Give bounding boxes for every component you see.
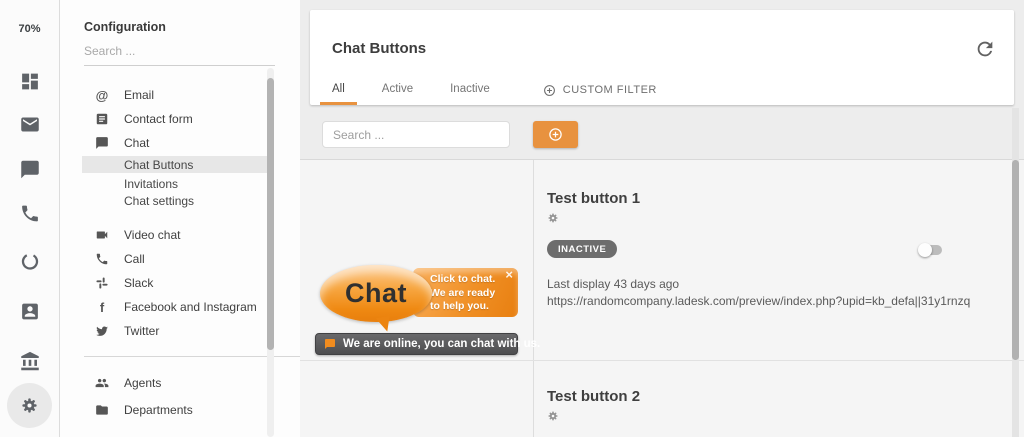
phone-icon[interactable] — [19, 203, 40, 224]
preview-url-text: https://randomcompany.ladesk.com/preview… — [547, 294, 970, 308]
plus-circle-icon — [548, 127, 563, 142]
status-badge: INACTIVE — [547, 240, 617, 258]
row-title: Test button 1 — [547, 190, 640, 207]
chat-bubble-icon — [324, 338, 336, 350]
sidebar-item-agents[interactable]: Agents — [60, 372, 300, 394]
sidebar-item-facebook-instagram[interactable]: f Facebook and Instagram — [60, 296, 300, 318]
custom-filter-button[interactable]: CUSTOM FILTER — [539, 75, 661, 105]
sidebar-item-slack[interactable]: Slack — [60, 272, 300, 294]
tab-all[interactable]: All — [320, 75, 357, 105]
list-scrollbar-thumb[interactable] — [1012, 160, 1019, 360]
row-enable-toggle[interactable] — [918, 243, 945, 257]
sidebar-item-departments[interactable]: Departments — [60, 399, 300, 421]
preview-bubble-tail — [376, 316, 392, 333]
dashboard-icon[interactable] — [19, 71, 40, 92]
close-icon: × — [505, 267, 513, 282]
column-divider — [533, 160, 534, 437]
sidebar-item-twitter[interactable]: Twitter — [60, 320, 300, 342]
row-settings-gear-icon[interactable] — [547, 410, 559, 422]
preview-chat-bubble: Chat — [320, 265, 432, 322]
add-chat-button[interactable] — [533, 121, 578, 148]
sidebar-item-call[interactable]: Call — [60, 248, 300, 270]
tab-inactive[interactable]: Inactive — [438, 75, 502, 105]
config-search-input[interactable] — [84, 42, 275, 66]
at-sign-icon: @ — [95, 88, 109, 102]
icon-rail: 70% — [0, 0, 60, 437]
configuration-title: Configuration — [84, 20, 166, 34]
agents-icon — [95, 376, 109, 390]
facebook-icon: f — [95, 300, 109, 314]
list-search-input[interactable] — [322, 121, 510, 148]
plus-circle-icon — [543, 84, 556, 97]
twitter-icon — [95, 324, 109, 338]
configuration-panel: Configuration @ Email Contact form Chat … — [60, 0, 300, 437]
sidebar-item-email[interactable]: @ Email — [60, 84, 300, 106]
document-icon — [95, 112, 109, 126]
ring-icon[interactable] — [19, 251, 40, 272]
bank-icon[interactable] — [19, 351, 40, 372]
chat-buttons-list: Click to chat. We are ready to help you.… — [300, 160, 1024, 437]
refresh-icon[interactable] — [974, 38, 996, 60]
contact-card-icon[interactable] — [19, 301, 40, 322]
header-card: Chat Buttons All Active Inactive CUSTOM … — [310, 10, 1014, 105]
mail-icon[interactable] — [19, 114, 40, 135]
slack-icon — [95, 276, 109, 290]
chat-button-preview: Click to chat. We are ready to help you.… — [315, 262, 520, 358]
last-display-text: Last display 43 days ago — [547, 277, 679, 291]
phone-icon — [95, 252, 109, 266]
sidebar-item-chat[interactable]: Chat — [60, 132, 300, 154]
sidebar-item-video-chat[interactable]: Video chat — [60, 224, 300, 246]
sidebar-item-chat-buttons[interactable]: Chat Buttons — [82, 156, 270, 173]
page-title: Chat Buttons — [332, 40, 426, 57]
zoom-level-label: 70% — [0, 23, 59, 35]
row-title: Test button 2 — [547, 388, 640, 405]
tab-active[interactable]: Active — [370, 75, 425, 105]
settings-fab[interactable] — [7, 383, 52, 428]
preview-online-bar: We are online, you can chat with us. — [315, 333, 518, 355]
chat-icon[interactable] — [19, 159, 40, 180]
tab-bar: All Active Inactive CUSTOM FILTER — [320, 75, 661, 105]
chat-bubble-icon — [95, 136, 109, 150]
sidebar-item-chat-settings[interactable]: Chat settings — [82, 192, 270, 209]
folder-icon — [95, 403, 109, 417]
main-content: Chat Buttons All Active Inactive CUSTOM … — [300, 0, 1024, 437]
sidebar-item-invitations[interactable]: Invitations — [82, 175, 270, 192]
sidebar-item-contact-form[interactable]: Contact form — [60, 108, 300, 130]
preview-callout-text: Click to chat. We are ready to help you. — [430, 273, 495, 314]
config-scrollbar-thumb[interactable] — [267, 78, 274, 350]
videocam-icon — [95, 228, 109, 242]
gear-icon — [20, 396, 39, 415]
row-settings-gear-icon[interactable] — [547, 212, 559, 224]
row-divider — [300, 360, 1024, 361]
